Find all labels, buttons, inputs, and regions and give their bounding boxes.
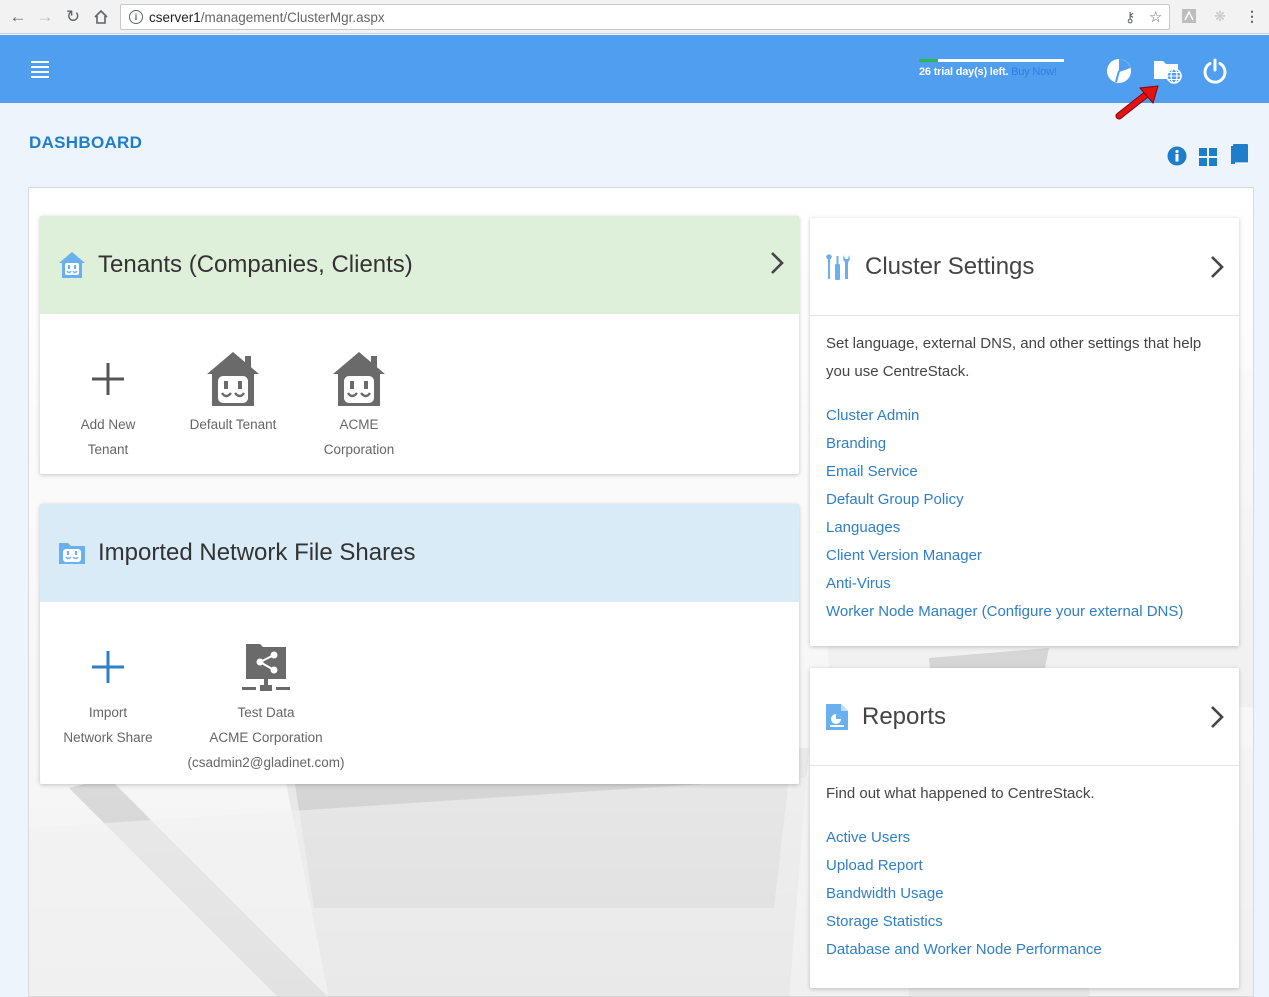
link-upload-report[interactable]: Upload Report <box>826 852 1223 880</box>
reload-icon[interactable]: ↻ <box>61 5 85 29</box>
tenant-house-icon <box>207 352 259 406</box>
link-worker-node-manager[interactable]: Worker Node Manager (Configure your exte… <box>826 598 1223 626</box>
reports-description: Find out what happened to CentreStack. <box>826 785 1095 802</box>
import-network-share-tile[interactable]: Import Network Share <box>43 634 173 750</box>
link-client-version-manager[interactable]: Client Version Manager <box>826 542 1223 570</box>
link-active-users[interactable]: Active Users <box>826 824 1223 852</box>
plus-icon <box>92 363 124 395</box>
url-path: /management/ClusterMgr.aspx <box>200 9 385 25</box>
pie-chart-icon[interactable] <box>1105 57 1133 85</box>
tools-icon <box>826 253 850 280</box>
power-icon[interactable] <box>1201 57 1229 85</box>
reports-links: Active Users Upload Report Bandwidth Usa… <box>810 808 1239 964</box>
network-shares-card: Imported Network File Shares Import Netw… <box>40 504 799 784</box>
cluster-settings-description: Set language, external DNS, and other se… <box>826 335 1202 380</box>
page-title: DASHBOARD <box>29 133 143 152</box>
cluster-settings-card-header[interactable]: Cluster Settings <box>810 218 1239 316</box>
app-header: 26 trial day(s) left. Buy Now! <box>0 35 1269 103</box>
tenant-house-icon <box>333 352 385 406</box>
acme-tenant-tile[interactable]: ACME Corporation <box>294 346 424 462</box>
add-tenant-label-1: Add New <box>80 417 136 432</box>
hamburger-menu-icon[interactable] <box>31 61 49 78</box>
add-tenant-label-2: Tenant <box>87 442 129 457</box>
default-tenant-tile[interactable]: Default Tenant <box>168 346 298 437</box>
forward-icon[interactable]: → <box>33 5 57 29</box>
cluster-settings-card: Cluster Settings Set language, external … <box>810 218 1239 646</box>
extension-icon[interactable]: ❋ <box>1211 7 1229 25</box>
trial-progress-bar <box>919 59 1064 62</box>
link-cluster-admin[interactable]: Cluster Admin <box>826 402 1223 430</box>
reports-title: Reports <box>862 702 947 730</box>
link-anti-virus[interactable]: Anti-Virus <box>826 570 1223 598</box>
dashboard-panel: Tenants (Companies, Clients) Add New Ten… <box>28 187 1254 997</box>
link-branding[interactable]: Branding <box>826 430 1223 458</box>
test-data-label-1: Test Data <box>237 705 295 720</box>
default-tenant-label: Default Tenant <box>189 417 277 432</box>
tenants-card-header[interactable]: Tenants (Companies, Clients) <box>40 216 799 314</box>
network-shares-card-header[interactable]: Imported Network File Shares <box>40 504 799 602</box>
add-tenant-tile[interactable]: Add New Tenant <box>43 346 173 462</box>
address-bar[interactable]: i cserver1/management/ClusterMgr.aspx ⚷ … <box>120 4 1170 30</box>
folder-globe-icon[interactable] <box>1152 55 1184 87</box>
annotation-arrow-icon <box>1113 84 1163 124</box>
chevron-right-icon[interactable] <box>1209 704 1225 730</box>
buy-now-link[interactable]: Buy Now! <box>1011 66 1057 78</box>
cluster-settings-links: Cluster Admin Branding Email Service Def… <box>810 386 1239 626</box>
book-icon[interactable] <box>1230 143 1252 165</box>
link-bandwidth-usage[interactable]: Bandwidth Usage <box>826 880 1223 908</box>
test-data-label-2: ACME Corporation <box>209 730 323 745</box>
link-database-worker-node-performance[interactable]: Database and Worker Node Performance <box>826 936 1223 964</box>
acme-tenant-label-1: ACME <box>339 417 379 432</box>
tenants-card: Tenants (Companies, Clients) Add New Ten… <box>40 216 799 474</box>
reports-card-header[interactable]: Reports <box>810 668 1239 766</box>
bookmark-star-icon[interactable]: ☆ <box>1149 8 1162 26</box>
report-icon <box>826 703 848 730</box>
menu-dots-icon[interactable]: ⋮ <box>1243 7 1261 25</box>
pdf-extension-icon[interactable] <box>1180 7 1198 25</box>
site-info-icon[interactable]: i <box>129 10 143 24</box>
link-storage-statistics[interactable]: Storage Statistics <box>826 908 1223 936</box>
import-share-label-1: Import <box>88 705 128 720</box>
cluster-settings-title: Cluster Settings <box>865 252 1035 280</box>
acme-tenant-label-2: Corporation <box>323 442 395 457</box>
back-icon[interactable]: ← <box>6 5 30 29</box>
tenant-house-icon <box>59 252 85 278</box>
network-share-icon <box>242 644 290 691</box>
key-icon[interactable]: ⚷ <box>1125 9 1135 26</box>
home-icon[interactable] <box>89 5 113 29</box>
tenants-title: Tenants (Companies, Clients) <box>98 251 413 278</box>
grid-view-icon[interactable] <box>1198 147 1220 169</box>
link-default-group-policy[interactable]: Default Group Policy <box>826 486 1223 514</box>
plus-icon <box>92 651 124 683</box>
url-host: cserver1 <box>149 9 201 25</box>
shared-folder-icon <box>59 543 85 564</box>
chevron-right-icon[interactable] <box>1209 254 1225 280</box>
link-languages[interactable]: Languages <box>826 514 1223 542</box>
chevron-right-icon[interactable] <box>769 250 785 276</box>
network-shares-title: Imported Network File Shares <box>98 539 416 566</box>
import-share-label-2: Network Share <box>63 730 153 745</box>
trial-status: 26 trial day(s) left. Buy Now! <box>919 59 1069 78</box>
trial-days-text: 26 trial day(s) left. <box>919 66 1009 78</box>
reports-card: Reports Find out what happened to Centre… <box>810 668 1239 988</box>
info-icon[interactable] <box>1167 146 1189 168</box>
link-email-service[interactable]: Email Service <box>826 458 1223 486</box>
test-data-label-3: (csadmin2@gladinet.com) <box>187 755 345 770</box>
browser-toolbar: ← → ↻ i cserver1/management/ClusterMgr.a… <box>0 0 1269 34</box>
test-data-share-tile[interactable]: Test Data ACME Corporation (csadmin2@gla… <box>181 634 351 775</box>
